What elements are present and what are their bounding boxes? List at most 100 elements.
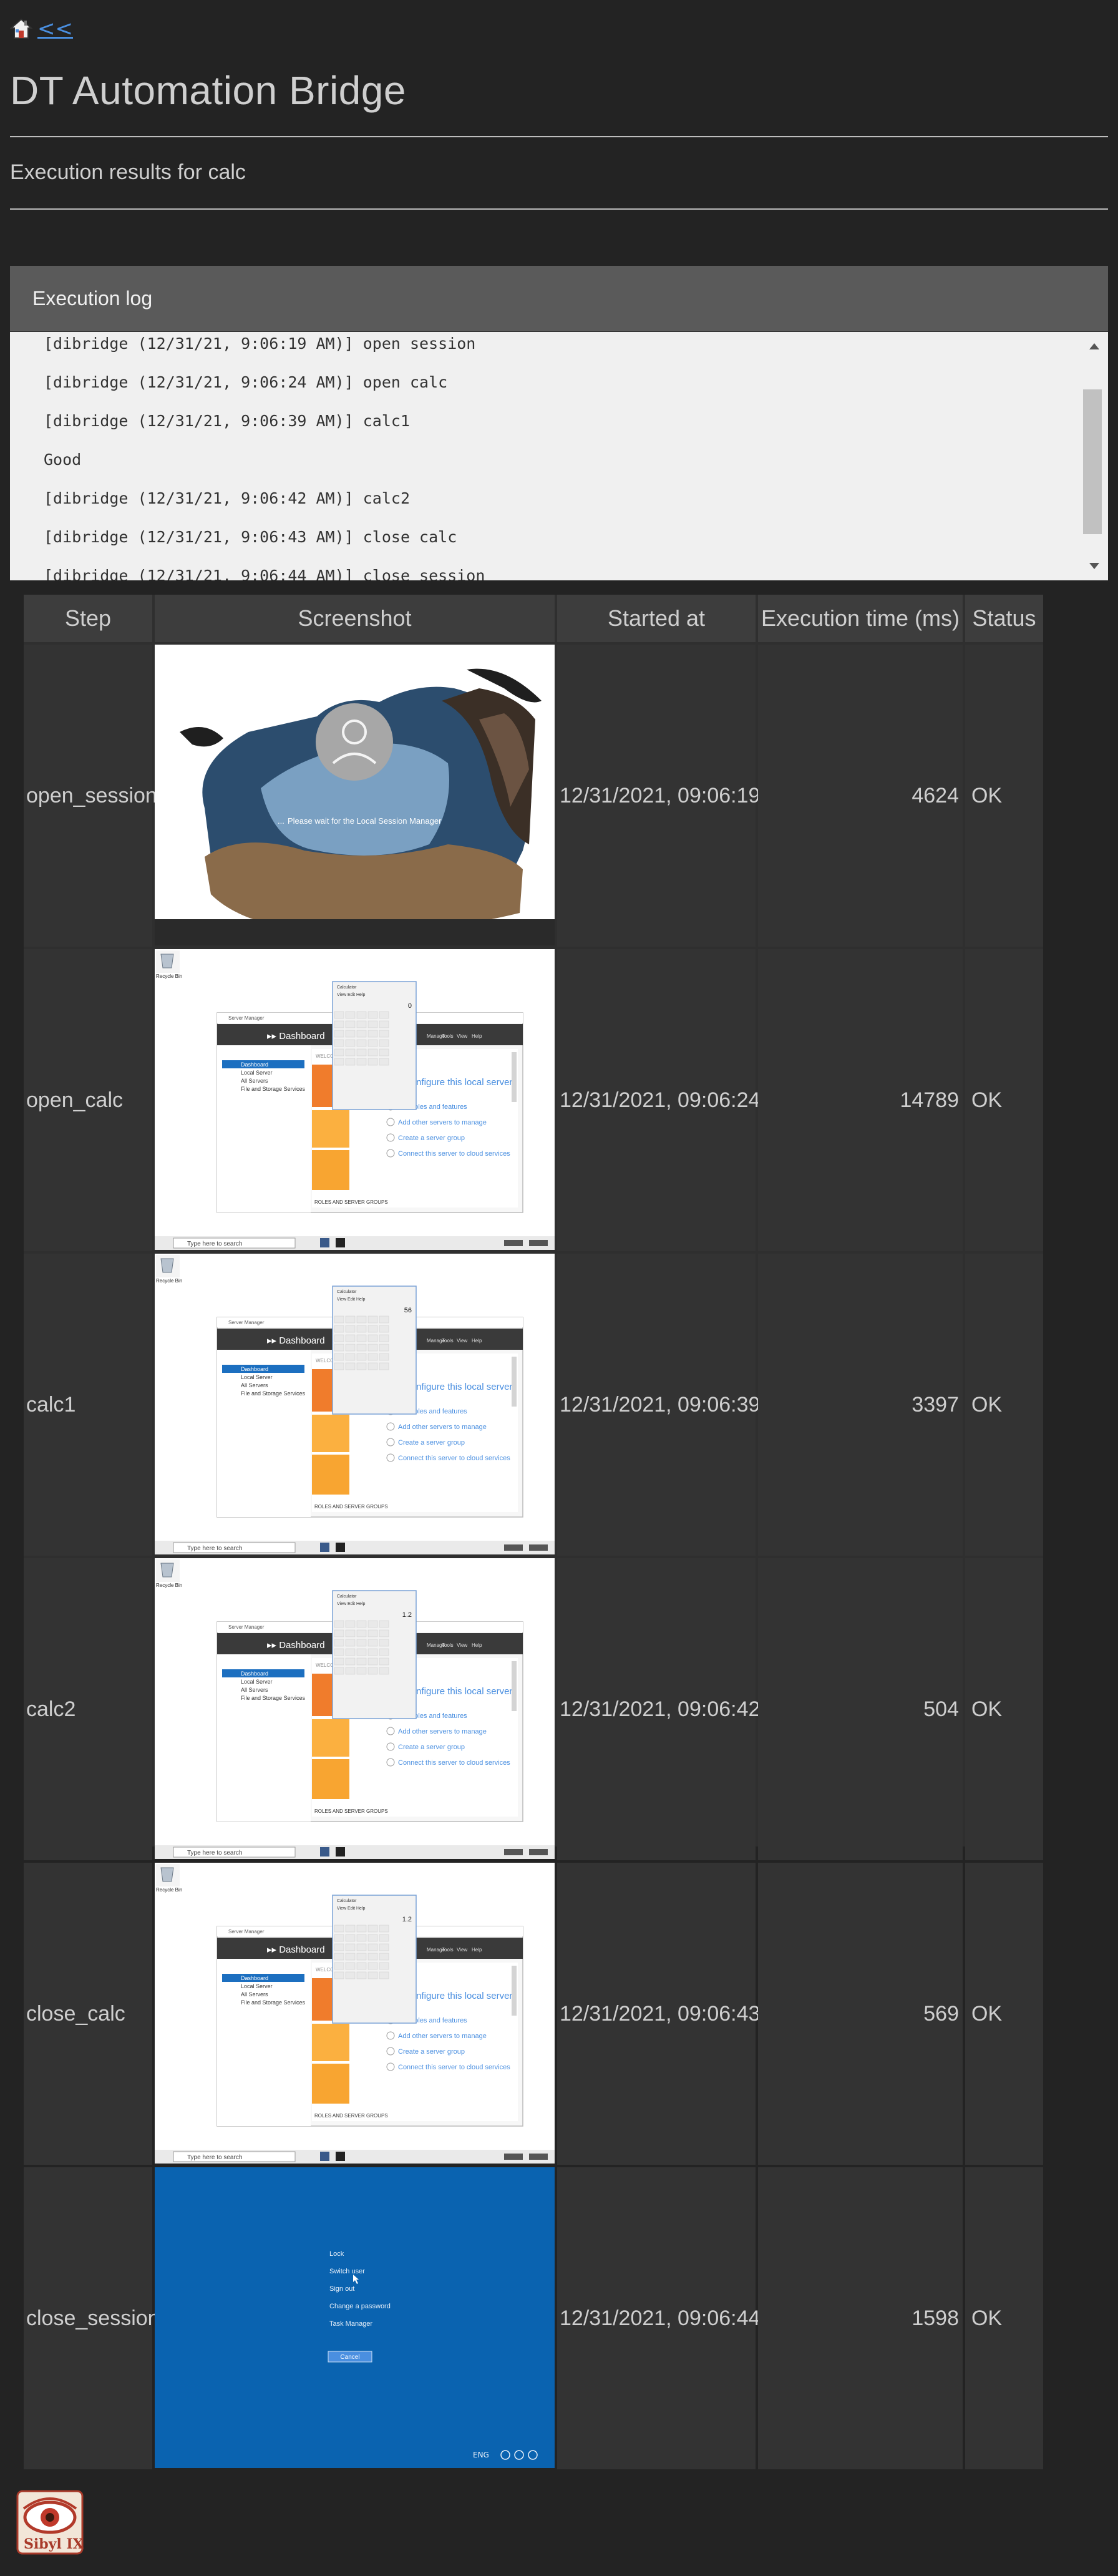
execution-time-cell: 1598 — [758, 2167, 963, 2469]
scroll-up-icon[interactable] — [1089, 343, 1099, 349]
step-cell-text: close_calc — [26, 2002, 125, 2026]
started-at-cell: 12/31/2021, 09:06:42 — [557, 1558, 760, 1860]
svg-text:View: View — [457, 1642, 467, 1648]
svg-text:Configure this local server: Configure this local server — [404, 1991, 512, 2001]
svg-text:Task Manager: Task Manager — [329, 2320, 372, 2328]
svg-text:ROLES AND SERVER GROUPS: ROLES AND SERVER GROUPS — [314, 2113, 388, 2119]
svg-text:Tools: Tools — [442, 1642, 454, 1648]
log-scrollbar[interactable] — [1081, 332, 1108, 580]
step-cell-text: close_session — [26, 2306, 160, 2330]
svg-text:Switch user: Switch user — [329, 2268, 365, 2275]
svg-text:Configure this local server: Configure this local server — [404, 1686, 512, 1697]
svg-text:1.2: 1.2 — [402, 1611, 412, 1619]
svg-text:Tools: Tools — [442, 1947, 454, 1953]
scroll-down-icon[interactable] — [1089, 563, 1099, 569]
log-line: [dibridge (12/31/21, 9:06:44 AM)] close … — [44, 567, 485, 580]
svg-text:ENG: ENG — [473, 2451, 489, 2459]
svg-text:All Servers: All Servers — [241, 1687, 268, 1693]
calculator-window: Calculator View Edit Help 1.2 — [332, 1590, 417, 1719]
execution-time-cell-text: 3397 — [911, 1393, 959, 1417]
svg-text:Configure this local server: Configure this local server — [404, 1382, 512, 1392]
svg-text:Server Manager: Server Manager — [228, 1624, 265, 1630]
screenshot-thumbnail[interactable]: Recycle Bin Server Manager ▸▸ Dashboard … — [155, 1558, 555, 1859]
svg-text:Local Server: Local Server — [241, 1679, 273, 1685]
column-header-step: Step — [24, 595, 152, 642]
screenshot-thumbnail[interactable]: ... Please wait for the Local Session Ma… — [155, 645, 555, 945]
svg-text:File and Storage Services: File and Storage Services — [241, 1695, 306, 1701]
svg-text:Connect this server to cloud s: Connect this server to cloud services — [398, 1455, 510, 1462]
screenshot-thumbnail[interactable]: Lock Switch user Sign out Change a password… — [155, 2167, 555, 2468]
screenshot-thumbnail[interactable]: Recycle Bin Server Manager ▸▸ Dashboard … — [155, 1863, 555, 2164]
step-cell: open_calc — [24, 949, 152, 1251]
started-at-cell-text: 12/31/2021, 09:06:19 — [560, 784, 761, 807]
scroll-thumb[interactable] — [1083, 389, 1102, 534]
svg-text:Recycle Bin: Recycle Bin — [156, 973, 182, 979]
svg-text:Calculator: Calculator — [337, 1290, 357, 1294]
screenshot-thumbnail[interactable]: Recycle Bin Server Manager ▸▸ Dashboard … — [155, 949, 555, 1250]
svg-text:Help: Help — [472, 1338, 482, 1344]
status-cell: OK — [965, 949, 1043, 1251]
svg-text:All Servers: All Servers — [241, 1078, 268, 1084]
screenshot-thumbnail[interactable]: Recycle Bin Server Manager ▸▸ Dashboard … — [155, 1254, 555, 1554]
started-at-cell: 12/31/2021, 09:06:24 — [557, 949, 760, 1251]
svg-text:Tools: Tools — [442, 1033, 454, 1039]
svg-text:Calculator: Calculator — [337, 985, 357, 990]
back-link[interactable]: << — [37, 16, 73, 41]
status-cell-text: OK — [971, 2306, 1003, 2330]
execution-log[interactable]: [dibridge (12/31/21, 9:06:19 AM)] open s… — [10, 332, 1108, 580]
svg-text:Create a server group: Create a server group — [398, 1744, 465, 1751]
svg-text:Type here to search: Type here to search — [187, 1545, 242, 1552]
step-cell-text: open_session — [26, 784, 157, 807]
login-wait-text: Please wait for the Local Session Manage… — [288, 816, 442, 826]
svg-text:Calculator: Calculator — [337, 1594, 357, 1599]
column-header-screenshot: Screenshot — [155, 595, 555, 642]
svg-text:Create a server group: Create a server group — [398, 1439, 465, 1447]
svg-text:Dashboard: Dashboard — [241, 1975, 268, 1981]
svg-text:Add other servers to manage: Add other servers to manage — [398, 2032, 487, 2040]
svg-text:56: 56 — [404, 1307, 412, 1314]
logo-text: Sibyl IX — [24, 2536, 84, 2552]
status-cell: OK — [965, 1558, 1043, 1860]
svg-text:Sign out: Sign out — [329, 2285, 354, 2293]
step-cell: calc2 — [24, 1558, 152, 1860]
status-cell: OK — [965, 1254, 1043, 1556]
svg-text:1.2: 1.2 — [402, 1916, 412, 1923]
svg-text:Lock: Lock — [329, 2250, 344, 2258]
svg-text:Add other servers to manage: Add other servers to manage — [398, 1423, 487, 1431]
log-line: [dibridge (12/31/21, 9:06:24 AM)] open c… — [44, 373, 448, 391]
started-at-cell-text: 12/31/2021, 09:06:44 — [560, 2306, 761, 2330]
svg-text:▸▸ Dashboard: ▸▸ Dashboard — [267, 1031, 325, 1042]
svg-text:Add other servers to manage: Add other servers to manage — [398, 1728, 487, 1735]
started-at-cell: 12/31/2021, 09:06:39 — [557, 1254, 760, 1556]
svg-text:Type here to search: Type here to search — [187, 1241, 242, 1247]
started-at-cell-text: 12/31/2021, 09:06:39 — [560, 1393, 761, 1417]
svg-text:Help: Help — [472, 1033, 482, 1039]
log-line: [dibridge (12/31/21, 9:06:42 AM)] calc2 — [44, 489, 410, 507]
screenshot-desktop-image: Recycle Bin Server Manager ▸▸ Dashboard … — [155, 949, 555, 1250]
svg-text:Type here to search: Type here to search — [187, 2154, 242, 2161]
calculator-window: Calculator View Edit Help 1.2 — [332, 1895, 417, 2024]
execution-time-cell: 504 — [758, 1558, 963, 1860]
svg-text:Connect this server to cloud s: Connect this server to cloud services — [398, 1759, 510, 1767]
status-cell-text: OK — [971, 2002, 1003, 2026]
svg-text:File and Storage Services: File and Storage Services — [241, 1086, 306, 1092]
execution-log-header: Execution log — [10, 266, 1108, 331]
step-cell: close_session — [24, 2167, 160, 2469]
status-cell-text: OK — [971, 784, 1003, 807]
svg-text:Connect this server to cloud s: Connect this server to cloud services — [398, 1150, 510, 1158]
svg-text:▸▸ Dashboard: ▸▸ Dashboard — [267, 1335, 325, 1346]
execution-time-cell-text: 4624 — [911, 784, 959, 807]
svg-text:Local Server: Local Server — [241, 1983, 273, 1989]
column-header-exec-time: Execution time (ms) — [758, 595, 963, 642]
svg-text:ROLES AND SERVER GROUPS: ROLES AND SERVER GROUPS — [314, 1504, 388, 1510]
svg-text:Dashboard: Dashboard — [241, 1366, 268, 1372]
svg-text:Recycle Bin: Recycle Bin — [156, 1887, 182, 1893]
svg-text:...: ... — [278, 816, 284, 826]
svg-text:Server Manager: Server Manager — [228, 1320, 265, 1325]
log-line: [dibridge (12/31/21, 9:06:19 AM)] open s… — [44, 334, 476, 353]
home-icon[interactable] — [9, 17, 33, 40]
execution-time-cell: 569 — [758, 1863, 963, 2165]
svg-text:Dashboard: Dashboard — [241, 1061, 268, 1068]
svg-text:Local Server: Local Server — [241, 1070, 273, 1076]
svg-text:View Edit Help: View Edit Help — [337, 1602, 366, 1606]
